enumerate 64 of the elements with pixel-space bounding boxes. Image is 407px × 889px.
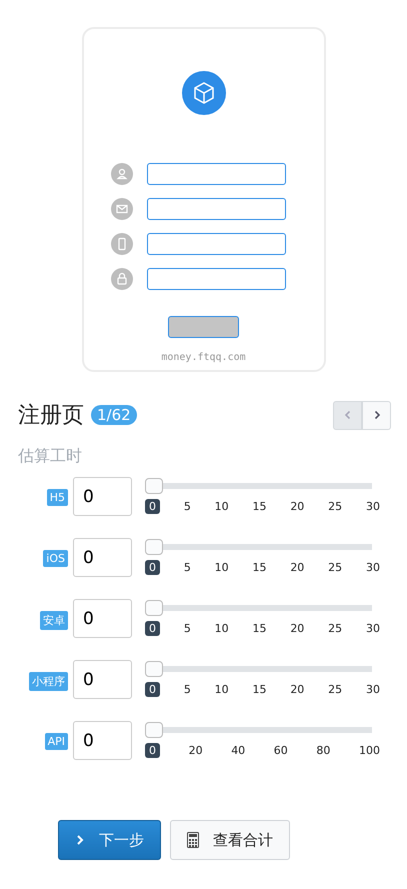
platform-label: H5 [46, 489, 68, 506]
platform-label: 小程序 [29, 672, 68, 691]
slider-value: 0 [145, 743, 160, 758]
tick-label: 30 [366, 683, 380, 696]
mail-icon [111, 198, 133, 220]
tick-label: 20 [290, 561, 304, 574]
tick-label: 15 [252, 561, 266, 574]
tick-label: 10 [214, 683, 229, 696]
tick-label: 40 [231, 744, 246, 757]
calculator-icon [187, 832, 199, 848]
chevron-left-icon [342, 410, 352, 420]
site-url: money.ftqq.com [161, 352, 246, 363]
slider-value: 0 [145, 499, 160, 514]
hours-input[interactable]: 0 [73, 599, 132, 638]
tick-label: 25 [328, 683, 342, 696]
next-step-button[interactable]: 下一步 [58, 820, 161, 860]
tick-label: 20 [290, 683, 304, 696]
slider-value: 0 [145, 682, 160, 697]
page-counter: 1/62 [91, 405, 137, 425]
tick-label: 10 [214, 561, 229, 574]
view-total-button[interactable]: 查看合计 [170, 820, 290, 860]
slider-value: 0 [145, 560, 160, 575]
page-title: 注册页 [18, 402, 84, 430]
user-icon [111, 163, 133, 185]
tick-label: 20 [290, 500, 304, 513]
hours-input[interactable]: 0 [73, 538, 132, 577]
hours-input[interactable]: 0 [73, 477, 132, 516]
tick-label: 5 [184, 500, 191, 513]
tick-label: 15 [252, 622, 266, 635]
tick-label: 20 [188, 744, 203, 757]
phone-icon [111, 233, 133, 255]
slider-thumb[interactable] [145, 661, 163, 677]
tick-label: 25 [328, 622, 342, 635]
tick-label: 15 [252, 683, 266, 696]
tick-label: 10 [214, 500, 229, 513]
tick-label: 25 [328, 561, 342, 574]
tick-label: 60 [274, 744, 288, 757]
tick-label: 100 [358, 744, 380, 757]
hours-input[interactable]: 0 [73, 721, 132, 760]
platform-label: API [44, 733, 68, 750]
tick-label: 30 [366, 622, 380, 635]
tick-label: 10 [214, 622, 229, 635]
slider-thumb[interactable] [145, 539, 163, 555]
tick-label: 15 [252, 500, 266, 513]
slider-value: 0 [145, 621, 160, 636]
tick-label: 5 [184, 561, 191, 574]
tick-label: 25 [328, 500, 342, 513]
section-title: 估算工时 [18, 446, 83, 467]
tick-label: 30 [366, 500, 380, 513]
chevron-icon [75, 834, 85, 846]
slider-thumb[interactable] [145, 478, 163, 494]
tick-label: 20 [290, 622, 304, 635]
slider-thumb[interactable] [145, 722, 163, 738]
tick-label: 30 [366, 561, 380, 574]
next-button[interactable] [362, 400, 391, 430]
hours-input[interactable]: 0 [73, 660, 132, 699]
tick-label: 5 [184, 622, 191, 635]
tick-label: 80 [316, 744, 330, 757]
lock-icon [111, 268, 133, 290]
platform-label: 安卓 [40, 611, 68, 630]
slider-thumb[interactable] [145, 600, 163, 616]
tick-label: 5 [184, 683, 191, 696]
cube-icon [182, 71, 226, 115]
platform-label: iOS [43, 550, 68, 567]
